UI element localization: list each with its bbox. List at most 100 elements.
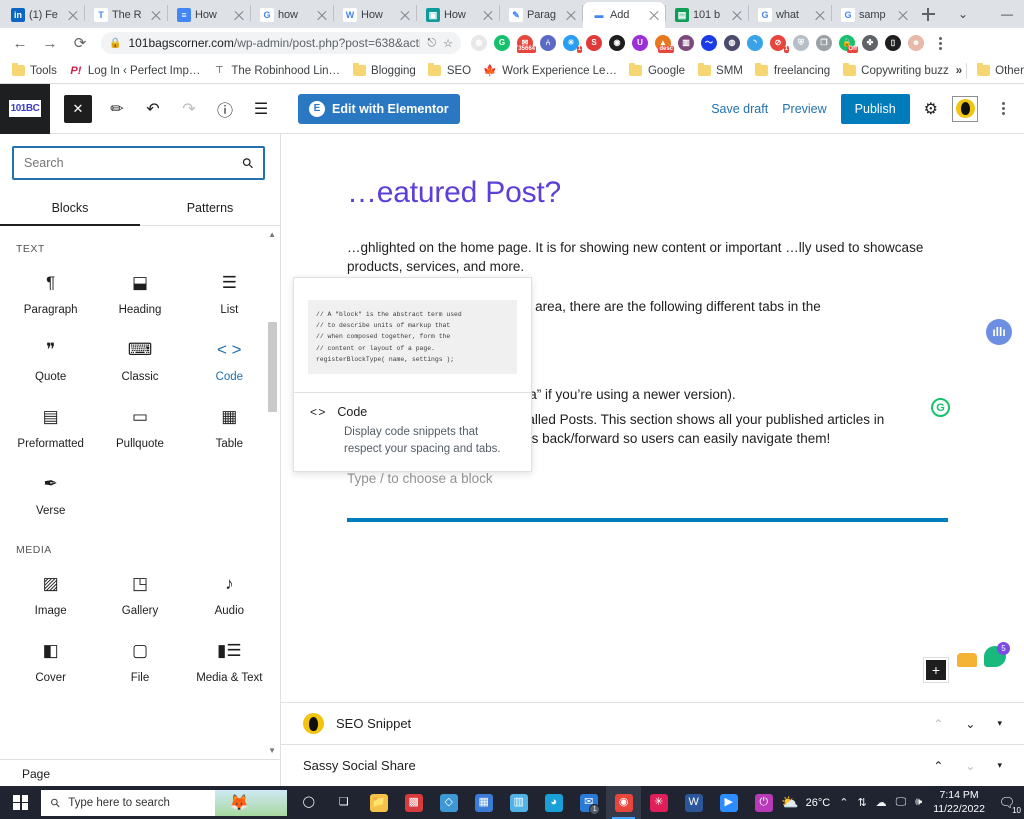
tab-search-button[interactable]: ⌄	[942, 0, 984, 28]
reload-button[interactable]: ⟳	[66, 29, 94, 57]
task-view-icon[interactable]: ❏	[326, 786, 361, 819]
network-icon[interactable]: 🖵	[896, 796, 907, 809]
new-tab-button[interactable]	[914, 0, 942, 28]
post-title[interactable]: …eatured Post?	[347, 174, 948, 212]
browser-tab[interactable]: W How	[334, 2, 416, 28]
onedrive-sync-icon[interactable]: ⇅	[857, 796, 866, 809]
taskbar-search-box[interactable]: ⚲ Type here to search	[41, 789, 288, 816]
volume-icon[interactable]: 🕪	[915, 796, 922, 809]
gear-icon[interactable]: ⚙	[924, 99, 938, 119]
browser-tab[interactable]: Ghow	[251, 2, 333, 28]
close-icon[interactable]	[315, 8, 329, 22]
block-item-list[interactable]: ☰ List	[185, 261, 274, 326]
block-item-pullquote[interactable]: ▭ Pullquote	[95, 395, 184, 460]
search-input[interactable]	[24, 156, 243, 170]
metabox-sassy-social-share[interactable]: Sassy Social Share ⌃ ⌄ ▾	[281, 745, 1024, 787]
profile-avatar-icon[interactable]: ☻	[905, 32, 927, 54]
bookmark-item[interactable]: Tools	[6, 62, 62, 79]
block-item-cover[interactable]: ◧ Cover	[6, 629, 95, 694]
close-icon[interactable]	[896, 8, 910, 22]
browser-tab[interactable]: Gsamp	[832, 2, 914, 28]
lock-off-icon[interactable]: 🔒 Off	[836, 32, 858, 54]
chrome-menu-icon[interactable]	[929, 32, 951, 54]
window-icon[interactable]: ▯	[882, 32, 904, 54]
calendar-icon[interactable]: ▦	[466, 786, 501, 819]
browser-tab[interactable]: ▤ 101 b	[666, 2, 748, 28]
move-down-button[interactable]: ⌄	[965, 759, 975, 773]
chat-bubble-icon[interactable]: 5	[984, 642, 1010, 667]
close-editor-button[interactable]: ✕	[64, 94, 92, 123]
browser-tab[interactable]: Gwhat	[749, 2, 831, 28]
grammarly-ext-icon[interactable]: ◍	[468, 32, 490, 54]
grammarly-floating-icon[interactable]: ıllı	[986, 319, 1012, 345]
edit-with-elementor-button[interactable]: E Edit with Elementor	[298, 93, 460, 124]
browser-tab[interactable]: ✎ Parag	[500, 2, 582, 28]
zoom-icon[interactable]: ▶	[711, 786, 746, 819]
close-icon[interactable]	[813, 8, 827, 22]
chrome-icon[interactable]: ◉	[606, 786, 642, 819]
bookmark-item[interactable]: SEO	[423, 62, 476, 79]
windows-start-icon[interactable]	[0, 786, 41, 819]
grammarly-green-icon[interactable]: G	[491, 32, 513, 54]
purple-u-icon[interactable]: U	[629, 32, 651, 54]
bookmark-item[interactable]: Google	[624, 62, 690, 79]
close-icon[interactable]	[398, 8, 412, 22]
block-item-media-text[interactable]: ▮☰ Media & Text	[185, 629, 274, 694]
power-app-icon[interactable]: ⏻	[746, 786, 781, 819]
close-icon[interactable]	[564, 8, 578, 22]
seo-icon[interactable]: S	[583, 32, 605, 54]
bookmark-item[interactable]: SMM	[692, 62, 748, 79]
close-icon[interactable]	[647, 8, 661, 22]
clock-widget[interactable]: 7:14 PM 11/22/2022	[931, 789, 987, 815]
close-icon[interactable]	[730, 8, 744, 22]
block-item-preformatted[interactable]: ▤ Preformatted	[6, 395, 95, 460]
tab-blocks[interactable]: Blocks	[0, 190, 140, 226]
grammarly-status-icon[interactable]: G	[931, 398, 950, 417]
list-view-button[interactable]: ☰	[244, 92, 278, 126]
browser-tab[interactable]: in (1) Fe	[2, 2, 84, 28]
block-item-quote[interactable]: ❞ Quote	[6, 328, 95, 393]
cortana-icon[interactable]: ◯	[291, 786, 326, 819]
site-logo[interactable]: 101BC	[0, 83, 50, 134]
page-breadcrumb-label[interactable]: Page	[22, 767, 50, 781]
edge-icon[interactable]: ◕	[536, 786, 571, 819]
preview-button[interactable]: Preview	[782, 102, 826, 116]
star-icon[interactable]: ☆	[443, 37, 453, 50]
bookmark-item[interactable]: ⊤ The Robinhood Lin…	[207, 62, 345, 79]
mail-counter-icon[interactable]: ✉ 35664	[514, 32, 536, 54]
metabox-seo-snippet[interactable]: SEO Snippet ⌃ ⌄ ▾	[281, 703, 1024, 745]
toggle-panel-button[interactable]: ▾	[997, 718, 1002, 729]
more-options-icon[interactable]	[992, 98, 1014, 120]
puzzle-icon[interactable]: ✤	[859, 32, 881, 54]
bookmark-item[interactable]: 🍁 Work Experience Le…	[478, 62, 622, 79]
move-down-button[interactable]: ⌄	[965, 717, 975, 731]
bookmark-item[interactable]: P! Log In ‹ Perfect Imp…	[64, 62, 206, 79]
details-info-button[interactable]: ⓘ	[208, 92, 242, 126]
browser-tab[interactable]: ≡ How	[168, 2, 250, 28]
block-item-classic[interactable]: ⌨ Classic	[95, 328, 184, 393]
shield-icon[interactable]: ⛨	[790, 32, 812, 54]
slack-icon[interactable]: ✳	[641, 786, 676, 819]
block-item-verse[interactable]: ✒ Verse	[6, 462, 95, 527]
back-button[interactable]: ←	[6, 29, 34, 57]
bookmark-item[interactable]: Copywriting buzz	[837, 62, 954, 79]
undo-button[interactable]: ↶	[136, 92, 170, 126]
save-draft-button[interactable]: Save draft	[711, 102, 768, 116]
notifications-icon[interactable]: 🗨 10	[996, 792, 1021, 815]
scroll-up-arrow[interactable]: ▲	[268, 230, 276, 239]
redo-button[interactable]: ↷	[172, 92, 206, 126]
scrollbar-thumb[interactable]	[268, 322, 277, 412]
search-box[interactable]: ⚲	[12, 146, 265, 180]
close-icon[interactable]	[66, 8, 80, 22]
browser-tab[interactable]: ▣ How	[417, 2, 499, 28]
wave-icon[interactable]: ◝	[744, 32, 766, 54]
scroll-down-arrow[interactable]: ▼	[268, 746, 276, 755]
cloud-icon[interactable]: ☁	[876, 796, 887, 809]
edit-mode-pencil-icon[interactable]: ✏	[100, 92, 134, 126]
post-paragraph-1[interactable]: …ghlighted on the home page. It is for s…	[347, 238, 947, 277]
mail-icon[interactable]: ✉ 1	[571, 786, 606, 819]
block-item-code[interactable]: < > Code	[185, 328, 274, 393]
bookmark-item[interactable]: Blogging	[347, 62, 421, 79]
block-item-table[interactable]: ▦ Table	[185, 395, 274, 460]
bookmark-item[interactable]: freelancing	[750, 62, 835, 79]
